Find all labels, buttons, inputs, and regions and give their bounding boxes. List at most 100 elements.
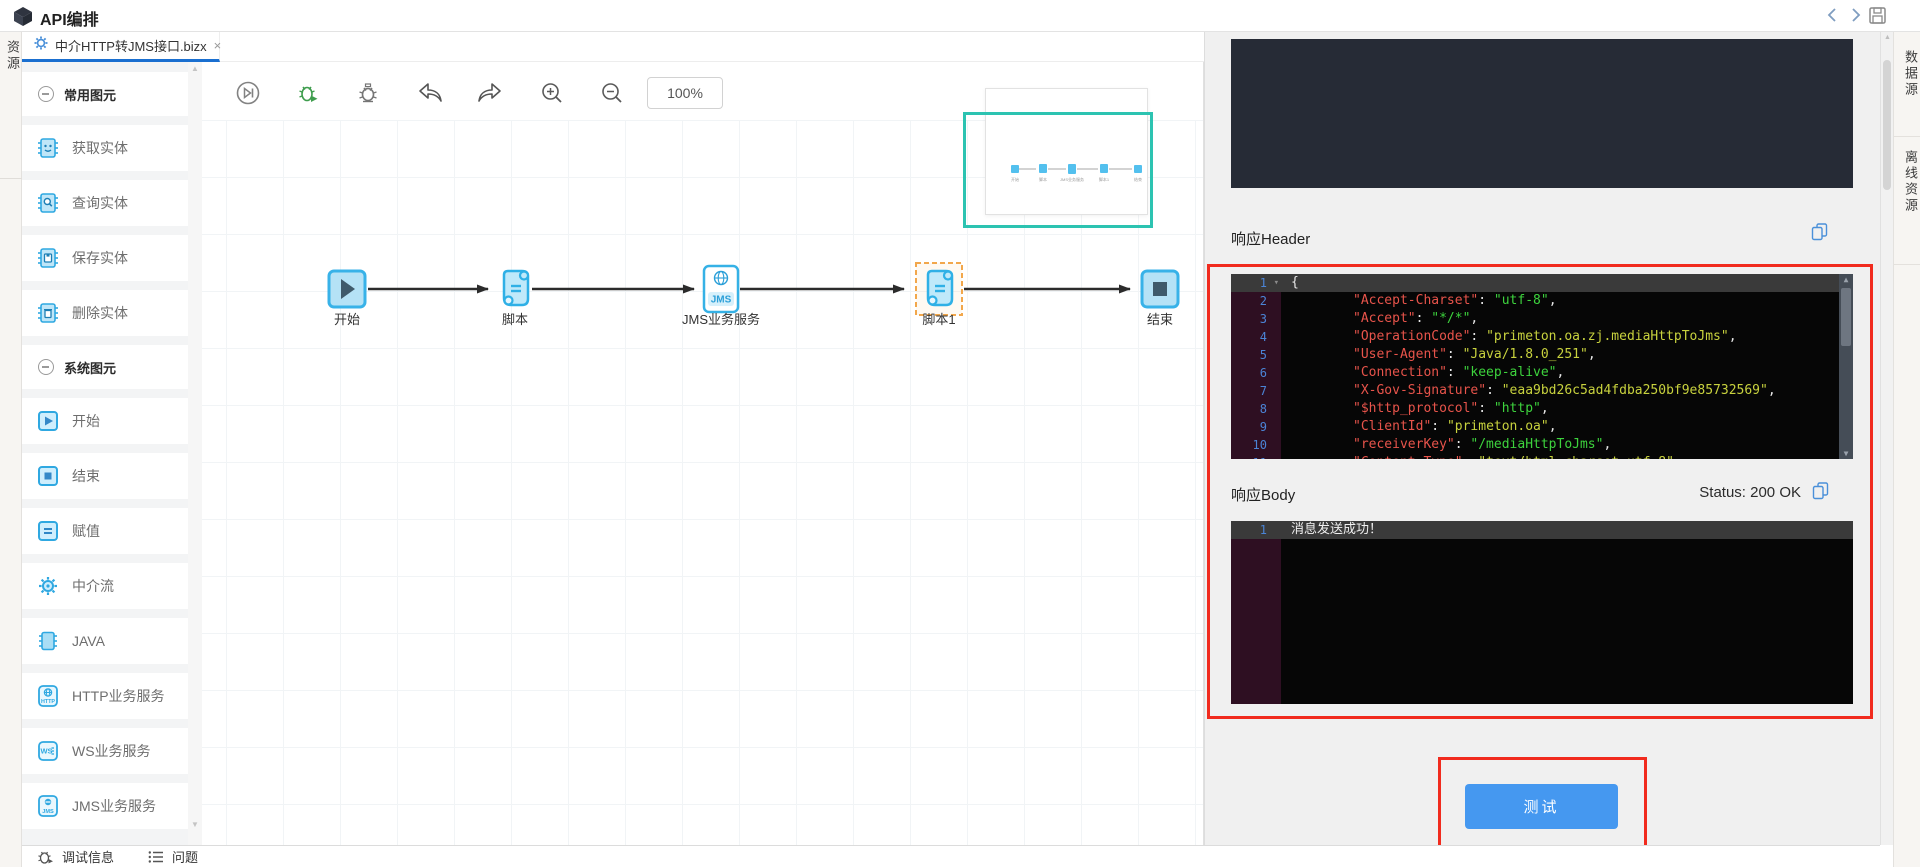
svg-text:JMS: JMS xyxy=(711,295,732,306)
node-jms-service[interactable]: JMS JMS业务服务 xyxy=(682,264,760,327)
svg-text:WS: WS xyxy=(40,747,52,756)
start-icon xyxy=(36,409,60,433)
right-rail: 数据源 离线资源 xyxy=(1893,32,1920,867)
palette-scrollbar[interactable]: ▲ ▼ xyxy=(188,62,202,845)
chip-save-entity-icon xyxy=(36,246,60,270)
rail-item-datasource[interactable]: 数据源 xyxy=(1901,50,1920,98)
code-line: 1 消息发送成功！ xyxy=(1231,521,1853,539)
code-line: 8 "$http_protocol": "http", xyxy=(1231,400,1839,418)
palette-item-jms-service[interactable]: JMS JMS业务服务 xyxy=(22,783,188,829)
scroll-up-icon[interactable]: ▲ xyxy=(188,64,202,73)
svg-text:脚本1: 脚本1 xyxy=(922,312,955,327)
palette-item-get-entity[interactable]: 获取实体 xyxy=(22,125,188,171)
code-line: 10 "receiverKey": "/mediaHttpToJms", xyxy=(1231,436,1839,454)
request-editor[interactable] xyxy=(1231,39,1853,188)
node-script[interactable]: 脚本 xyxy=(502,269,530,327)
scroll-down-icon[interactable]: ▼ xyxy=(1839,449,1853,458)
code-line: 11"Content-Type": "text/html;charset=utf… xyxy=(1231,454,1839,459)
svg-text:JMS: JMS xyxy=(42,809,54,815)
chip-delete-entity-icon xyxy=(36,301,60,325)
flow-canvas[interactable]: 100% 开始 脚本 JMS JMS业务服务 脚本1 结束 开始 脚本 JMS业… xyxy=(202,62,1204,845)
svg-text:脚本: 脚本 xyxy=(502,312,528,327)
status-bar: 调试信息 问题 xyxy=(0,845,1880,867)
svg-text:HTTP: HTTP xyxy=(41,699,55,705)
scroll-up-icon[interactable]: ▲ xyxy=(1839,275,1853,284)
java-chip-icon xyxy=(36,629,60,653)
palette-section-system[interactable]: 系统图元 xyxy=(22,345,188,389)
status-badge: Status: 200 OK xyxy=(1699,484,1801,501)
test-result-panel: 响应Header 1{ 2"Accept-Charset": "utf-8", xyxy=(1204,32,1881,853)
debug-info-tab[interactable]: 调试信息 xyxy=(37,847,114,866)
code-line: 3 "Accept": "*/*", xyxy=(1231,310,1839,328)
palette-item-end[interactable]: 结束 xyxy=(22,453,188,499)
palette-item-http-service[interactable]: HTTP HTTP业务服务 xyxy=(22,673,188,719)
code-line: 6 "Connection": "keep-alive", xyxy=(1231,364,1839,382)
node-script1[interactable]: 脚本1 xyxy=(915,262,963,327)
app-title: API编排 xyxy=(40,12,99,29)
end-icon xyxy=(36,464,60,488)
chip-query-entity-icon xyxy=(36,191,60,215)
scroll-down-icon[interactable]: ▼ xyxy=(188,820,202,829)
debug-icon xyxy=(38,851,53,864)
code-line: 9 "ClientId": "primeton.oa", xyxy=(1231,418,1839,436)
response-body-editor[interactable]: 1 消息发送成功！ xyxy=(1231,521,1853,704)
node-start[interactable]: 开始 xyxy=(327,269,367,327)
svg-text:开始: 开始 xyxy=(334,312,360,327)
palette-item-start[interactable]: 开始 xyxy=(22,398,188,444)
palette-item-save-entity[interactable]: 保存实体 xyxy=(22,235,188,281)
mediation-flow-icon xyxy=(36,574,60,598)
jms-service-icon: JMS xyxy=(36,794,60,818)
scrollbar-thumb[interactable] xyxy=(1883,60,1891,190)
response-body-header-row: 响应Body Status: 200 OK xyxy=(1205,481,1881,510)
copy-body-icon[interactable] xyxy=(1812,481,1829,505)
app-logo-icon xyxy=(12,5,34,32)
rail-item-offline-resource[interactable]: 离线资源 xyxy=(1901,150,1920,214)
code-line: 2 "Accept-Charset": "utf-8", xyxy=(1231,292,1839,310)
assign-icon xyxy=(36,519,60,543)
app-bar: API编排 xyxy=(0,0,1920,32)
scrollbar-thumb[interactable] xyxy=(1841,288,1851,346)
rail-divider xyxy=(1894,264,1920,265)
palette-section-common[interactable]: 常用图元 xyxy=(22,72,188,116)
collapse-icon xyxy=(38,86,54,102)
svg-text:JMS业务服务: JMS业务服务 xyxy=(682,312,760,327)
rail-divider xyxy=(1894,136,1920,137)
problems-tab[interactable]: 问题 xyxy=(148,847,198,866)
palette-item-delete-entity[interactable]: 删除实体 xyxy=(22,290,188,336)
code-line: 5 "User-Agent": "Java/1.8.0_251", xyxy=(1231,346,1839,364)
code-line: 7 "X-Gov-Signature": "eaa9bd26c5ad4fdba25… xyxy=(1231,382,1839,400)
shape-palette: 常用图元 获取实体 查询实体 保存实体 删除实体 系统图元 开始 结束 赋值 中… xyxy=(22,62,188,845)
ws-service-icon: WS xyxy=(36,739,60,763)
palette-item-query-entity[interactable]: 查询实体 xyxy=(22,180,188,226)
tab-title: 中介HTTP转JMS接口.bizx xyxy=(55,39,207,54)
panel-scrollbar[interactable]: ▲ xyxy=(1880,32,1893,845)
tab-gear-icon xyxy=(34,36,48,55)
svg-text:结束: 结束 xyxy=(1147,312,1173,327)
left-rail: 资源 xyxy=(0,32,22,867)
http-service-icon: HTTP xyxy=(36,684,60,708)
nav-back-icon[interactable] xyxy=(1824,6,1842,29)
palette-item-ws-service[interactable]: WS WS业务服务 xyxy=(22,728,188,774)
tab-bar: 中介HTTP转JMS接口.bizx × xyxy=(22,32,1204,62)
palette-item-mediation-flow[interactable]: 中介流 xyxy=(22,563,188,609)
tab-close-icon[interactable]: × xyxy=(214,38,222,53)
code-line: 4 "OperationCode": "primeton.oa.zj.mediaH… xyxy=(1231,328,1839,346)
response-header-editor[interactable]: 1{ 2"Accept-Charset": "utf-8", 3"Accept"… xyxy=(1231,274,1853,459)
problems-list-icon xyxy=(148,850,164,863)
copy-header-icon[interactable] xyxy=(1811,222,1828,246)
editor-scrollbar[interactable]: ▲ ▼ xyxy=(1839,274,1853,459)
collapse-icon xyxy=(38,359,54,375)
tab-media-http-to-jms[interactable]: 中介HTTP转JMS接口.bizx × xyxy=(22,32,222,62)
chip-get-entity-icon xyxy=(36,136,60,160)
code-line: 1{ xyxy=(1231,274,1839,292)
minimap-viewport[interactable] xyxy=(963,112,1153,228)
palette-item-assign[interactable]: 赋值 xyxy=(22,508,188,554)
test-button[interactable]: 测试 xyxy=(1465,784,1618,829)
nav-forward-icon[interactable] xyxy=(1846,6,1864,29)
rail-item-resources[interactable]: 资源 xyxy=(3,40,22,72)
node-end[interactable]: 结束 xyxy=(1140,269,1180,327)
save-icon[interactable] xyxy=(1868,6,1887,30)
rail-divider xyxy=(0,178,22,179)
palette-item-java[interactable]: JAVA xyxy=(22,618,188,664)
response-header-label: 响应Header xyxy=(1231,231,1311,248)
